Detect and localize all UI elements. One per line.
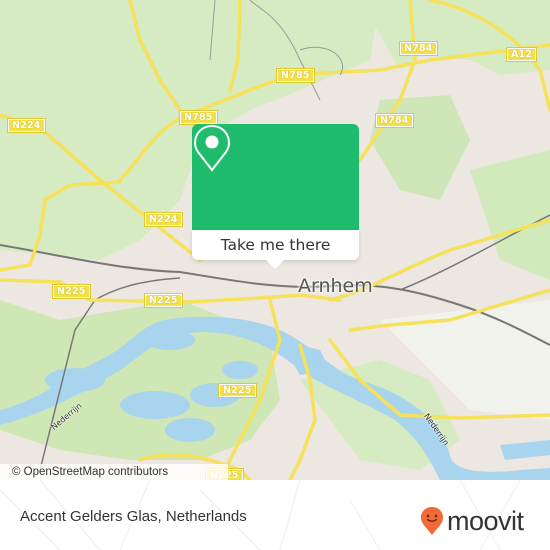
forest-area bbox=[470, 150, 550, 280]
moovit-wordmark: moovit bbox=[447, 505, 524, 536]
moovit-brand[interactable]: moovit bbox=[420, 506, 524, 536]
popup-header bbox=[192, 124, 359, 230]
road-label-n225: N225 bbox=[218, 383, 257, 398]
location-popup: Take me there bbox=[192, 124, 359, 269]
road-label-n785: N785 bbox=[276, 68, 315, 83]
road-label-n784: N784 bbox=[375, 113, 414, 128]
lake bbox=[165, 418, 215, 442]
place-name: Accent Gelders Glas, Netherlands bbox=[20, 508, 247, 525]
lake bbox=[120, 391, 190, 419]
take-me-there-button[interactable]: Take me there bbox=[192, 230, 359, 260]
map-pin-icon bbox=[193, 124, 231, 172]
road-label-a12: A12 bbox=[505, 47, 538, 62]
road-label-n224: N224 bbox=[144, 212, 183, 227]
road-label-n784: N784 bbox=[399, 41, 438, 56]
forest-area bbox=[360, 0, 550, 75]
road-label-n225: N225 bbox=[144, 293, 183, 308]
city-label-arnhem: Arnhem bbox=[298, 275, 373, 297]
moovit-logo-icon bbox=[421, 507, 443, 535]
map-attribution[interactable]: © OpenStreetMap contributors bbox=[0, 464, 228, 480]
road-label-n785: N785 bbox=[179, 110, 218, 125]
road-label-n225: N225 bbox=[52, 284, 91, 299]
take-me-there-label: Take me there bbox=[220, 236, 331, 254]
road-label-n224: N224 bbox=[7, 118, 46, 133]
forest-area bbox=[370, 95, 470, 200]
lake bbox=[45, 368, 105, 392]
lake bbox=[222, 361, 258, 379]
lake bbox=[145, 330, 195, 350]
map-view[interactable]: N224 N224 N785 N785 N784 N784 A12 N225 N… bbox=[0, 0, 550, 480]
harbour bbox=[500, 440, 550, 460]
popup-pointer bbox=[265, 259, 285, 269]
